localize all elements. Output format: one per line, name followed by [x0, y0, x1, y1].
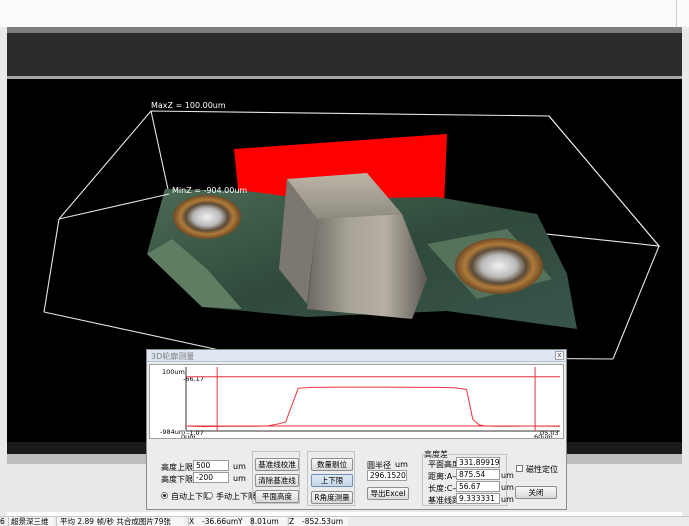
status-z-value: -852.53um — [302, 517, 344, 526]
profile-point — [528, 425, 530, 427]
export-excel-button[interactable]: 导出Excel — [367, 487, 409, 500]
maxz-label: MaxZ = 100.00um — [151, 101, 226, 110]
baseline-unit: um — [501, 495, 514, 504]
profile-point — [310, 387, 312, 388]
status-x-label: X — [189, 517, 195, 526]
profile-chart-svg: 100um -984um -66.17 -1.07 05.03 0um 60um — [160, 367, 561, 441]
profile-point — [403, 386, 405, 388]
upper-limit-input[interactable]: 500 — [193, 460, 229, 471]
profile-point — [223, 425, 224, 427]
profile-point — [279, 423, 280, 425]
profile-series-line — [185, 386, 561, 428]
plane-height-field[interactable]: 331.899199 — [456, 457, 500, 468]
distance-unit: um — [501, 471, 514, 480]
status-z-label: Z — [289, 517, 295, 526]
profile-point — [297, 387, 299, 389]
profile-point — [559, 425, 561, 427]
profile-point — [266, 425, 268, 427]
dialog-titlebar[interactable]: 3D轮廓测量 x — [147, 350, 566, 362]
manual-limit-radio[interactable] — [206, 492, 213, 499]
length-cd-field[interactable]: 56.67 — [456, 481, 500, 492]
profile-point — [185, 425, 187, 427]
status-x-value: -36.66um — [202, 517, 239, 526]
auto-limit-radio[interactable] — [161, 492, 168, 499]
solder-pad-left — [173, 195, 241, 239]
profile-point — [204, 426, 206, 427]
profile-point — [285, 421, 287, 423]
profile-chart[interactable]: 100um -984um -66.17 -1.07 05.03 0um 60um — [149, 364, 564, 441]
profile-point — [341, 386, 343, 388]
length-unit: um — [501, 483, 514, 492]
profile-point — [453, 387, 455, 389]
toolbar — [7, 33, 682, 76]
profile-point — [478, 424, 480, 426]
solder-pad-right — [455, 238, 543, 294]
status-fragment: 6 — [0, 517, 5, 526]
distance-ab-field[interactable]: 875.54 — [456, 469, 500, 480]
minz-label: MinZ = -904.00um — [172, 186, 247, 195]
window-title-area — [0, 0, 689, 27]
right-border — [682, 27, 689, 517]
radius-unit: um — [395, 460, 408, 469]
profile-point — [434, 387, 436, 388]
status-fps: 平均 2.89 帧/秒 共合成图片79张 — [60, 517, 171, 526]
magnetic-position-label: 磁性定位 — [526, 465, 558, 474]
count-position-button[interactable]: 数量剔位 — [311, 458, 353, 471]
y-top-label: 100um — [162, 368, 185, 376]
upper-lower-limit-button[interactable]: 上下限 — [311, 474, 353, 487]
profile-point — [472, 418, 474, 420]
magnetic-position-checkbox[interactable] — [516, 465, 523, 472]
profile-measure-dialog: 3D轮廓测量 x 100um -984um -66.17 -1.07 05.03… — [146, 349, 567, 510]
status-mode: 超景深三维 — [11, 517, 49, 526]
status-y-label: Y — [238, 517, 243, 526]
close-button[interactable]: 关闭 — [515, 486, 557, 499]
lower-limit-label: 高度下限 — [161, 475, 193, 484]
calibrate-baseline-button[interactable]: 基准线校准 — [255, 458, 299, 471]
profile-point — [372, 386, 374, 388]
profile-point — [484, 425, 486, 427]
radius-value-field[interactable]: 296.1520 — [367, 470, 407, 481]
upper-limit-label: 高度上限 — [161, 463, 193, 472]
baseline-distance-field[interactable]: 9.333331 — [456, 493, 500, 504]
status-bar: 6 超景深三维 平均 2.89 帧/秒 共合成图片79张 X -36.66um … — [0, 516, 689, 526]
plane-height-button[interactable]: 平面高度 — [255, 490, 299, 503]
left-border — [0, 27, 7, 517]
close-icon[interactable]: x — [555, 351, 564, 360]
upper-limit-unit: um — [233, 462, 246, 471]
upper-limit-value: -66.17 — [183, 375, 204, 383]
status-y-value: 8.01um — [250, 517, 279, 526]
lower-limit-input[interactable]: -200 — [193, 472, 229, 483]
profile-point — [247, 425, 249, 427]
clear-baseline-button[interactable]: 清除基准线 — [255, 474, 299, 487]
manual-limit-label: 手动上下限 — [216, 492, 256, 501]
r-angle-button[interactable]: R角度测量 — [311, 491, 353, 504]
x-start-label: 0um — [181, 433, 196, 438]
profile-point — [466, 389, 467, 390]
auto-limit-label: 自动上下限 — [171, 492, 211, 501]
lower-limit-unit: um — [233, 474, 246, 483]
profile-point — [497, 425, 499, 427]
x-end-label: 60um — [534, 433, 553, 438]
dialog-title: 3D轮廓测量 — [151, 352, 195, 361]
